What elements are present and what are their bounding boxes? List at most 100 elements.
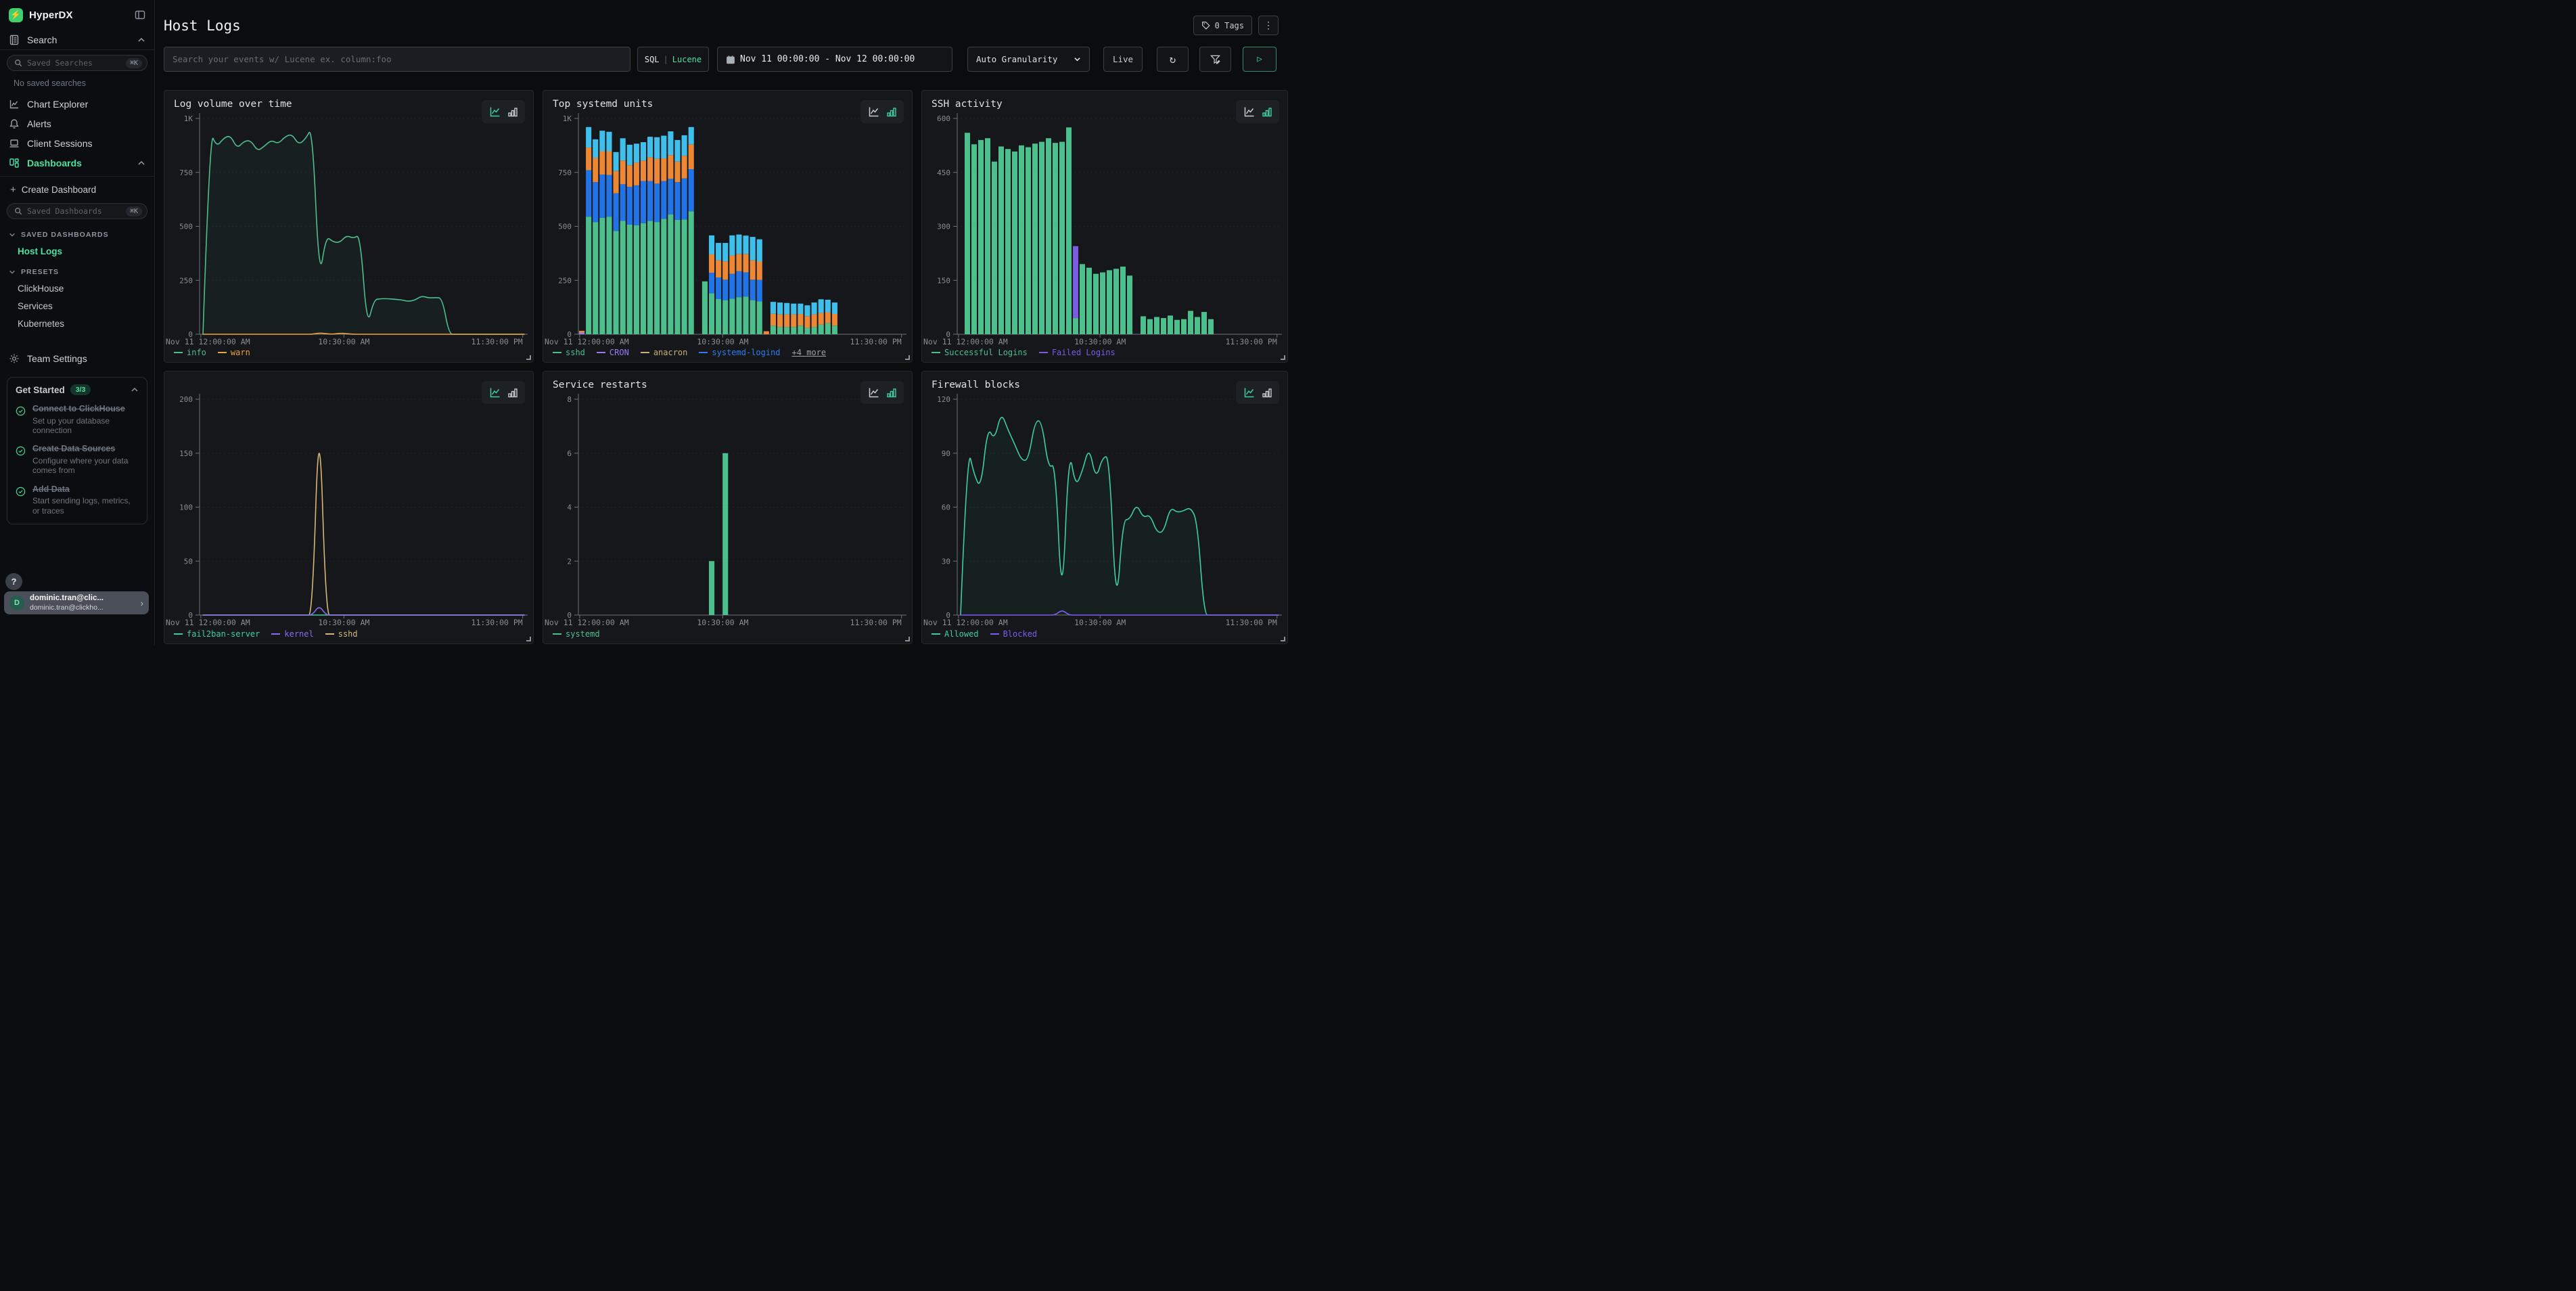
line-chart-icon[interactable] xyxy=(1243,386,1256,399)
svg-text:200: 200 xyxy=(179,395,193,404)
plus-icon: + xyxy=(10,184,16,196)
legend-item[interactable]: info xyxy=(174,348,206,357)
presets-section[interactable]: PRESETS xyxy=(9,268,154,276)
refresh-button[interactable]: ↻ xyxy=(1157,47,1189,72)
sql-toggle[interactable]: SQL xyxy=(645,55,660,64)
saved-searches-search[interactable]: ⌘K xyxy=(7,55,147,71)
bar-chart-icon[interactable] xyxy=(887,107,896,117)
svg-text:11:30:00 PM: 11:30:00 PM xyxy=(472,337,523,346)
chevron-up-icon xyxy=(137,36,145,44)
saved-dashboards-section[interactable]: SAVED DASHBOARDS xyxy=(9,231,154,239)
legend-item[interactable]: kernel xyxy=(271,629,313,639)
run-query-button[interactable]: ▷ xyxy=(1243,47,1276,72)
svg-text:500: 500 xyxy=(179,223,193,231)
resize-handle[interactable] xyxy=(905,637,910,641)
tags-label: 0 Tags xyxy=(1215,21,1244,30)
filter-button[interactable] xyxy=(1199,47,1231,72)
bar-chart-icon[interactable] xyxy=(508,107,518,117)
get-started-item[interactable]: Create Data Sources Configure where your… xyxy=(16,444,139,475)
get-started-header[interactable]: Get Started 3/3 xyxy=(16,384,139,395)
line-chart-icon[interactable] xyxy=(489,386,501,399)
bar-chart-icon[interactable] xyxy=(1262,107,1272,117)
line-chart-icon[interactable] xyxy=(1243,106,1256,118)
chart-panel-untitled: 200150100500Nov 11 12:00:00 AM10:30:00 A… xyxy=(164,371,534,644)
bar-chart-icon[interactable] xyxy=(1262,388,1272,398)
legend-item[interactable]: systemd xyxy=(553,629,600,639)
chart-panel-ssh-activity: SSH activity 6004503001500Nov 11 12:00:0… xyxy=(921,90,1288,363)
sidebar-item-team-settings[interactable]: Team Settings xyxy=(0,348,154,368)
legend-item[interactable]: anacron xyxy=(641,348,688,357)
collapse-sidebar-button[interactable] xyxy=(135,9,145,20)
kebab-icon: ⋮ xyxy=(1264,20,1273,31)
query-language-toggle[interactable]: SQL | Lucene xyxy=(637,47,709,72)
line-chart-icon[interactable] xyxy=(868,386,880,399)
legend-item[interactable]: Blocked xyxy=(990,629,1038,639)
sidebar-item-label: Dashboards xyxy=(27,158,130,168)
resize-handle[interactable] xyxy=(526,355,531,360)
lucene-toggle[interactable]: Lucene xyxy=(672,55,702,64)
user-menu[interactable]: D dominic.tran@clic... dominic.tran@clic… xyxy=(4,591,149,614)
toggle-divider: | xyxy=(664,55,668,64)
get-started-item[interactable]: Connect to ClickHouse Set up your databa… xyxy=(16,404,139,435)
get-started-item[interactable]: Add Data Start sending logs, metrics, or… xyxy=(16,484,139,516)
svg-text:150: 150 xyxy=(937,276,950,285)
live-button[interactable]: Live xyxy=(1103,47,1143,72)
resize-handle[interactable] xyxy=(1281,637,1285,641)
legend-item[interactable]: sshd xyxy=(325,629,358,639)
laptop-icon xyxy=(9,138,20,149)
line-chart-icon[interactable] xyxy=(489,106,501,118)
create-dashboard-button[interactable]: + Create Dashboard xyxy=(0,181,154,198)
panel-title: Firewall blocks xyxy=(932,380,1020,390)
chart-mode-toggle xyxy=(860,100,904,123)
event-search-input[interactable] xyxy=(164,47,630,72)
svg-text:1K: 1K xyxy=(563,114,572,123)
bar-chart-icon[interactable] xyxy=(887,388,896,398)
legend-item[interactable]: warn xyxy=(218,348,250,357)
help-button[interactable]: ? xyxy=(5,573,22,590)
sidebar-item-label: Alerts xyxy=(27,118,145,129)
get-started-item-title: Connect to ClickHouse xyxy=(32,404,139,415)
sidebar-item-search[interactable]: Search xyxy=(0,30,154,49)
legend-item[interactable]: Successful Logins xyxy=(932,348,1028,357)
saved-dashboards-input[interactable] xyxy=(27,206,121,216)
get-started-item-desc: Start sending logs, metrics, or traces xyxy=(32,496,139,516)
saved-dashboards-search[interactable]: ⌘K xyxy=(7,203,147,219)
line-chart-icon[interactable] xyxy=(868,106,880,118)
sidebar-item-client-sessions[interactable]: Client Sessions xyxy=(0,133,154,153)
sidebar-item-kubernetes[interactable]: Kubernetes xyxy=(18,319,154,329)
sidebar-item-chart-explorer[interactable]: Chart Explorer xyxy=(0,94,154,114)
no-saved-searches-text: No saved searches xyxy=(14,78,154,88)
date-range-picker[interactable]: Nov 11 00:00:00 - Nov 12 00:00:00 xyxy=(717,47,952,72)
legend-item[interactable]: sshd xyxy=(553,348,585,357)
get-started-item-desc: Set up your database connection xyxy=(32,416,139,436)
sidebar-item-services[interactable]: Services xyxy=(18,301,154,311)
sidebar-item-alerts[interactable]: Alerts xyxy=(0,114,154,133)
granularity-select[interactable]: Auto Granularity xyxy=(967,47,1090,72)
legend-item[interactable]: fail2ban-server xyxy=(174,629,260,639)
resize-handle[interactable] xyxy=(526,637,531,641)
bar-chart-icon[interactable] xyxy=(508,388,518,398)
resize-handle[interactable] xyxy=(905,355,910,360)
dashboard-grid: Log volume over time 1K7505002500Nov 11 … xyxy=(164,90,1288,644)
chart-canvas: 200150100500Nov 11 12:00:00 AM10:30:00 A… xyxy=(164,390,533,629)
legend-item[interactable]: CRON xyxy=(597,348,629,357)
chart-mode-toggle xyxy=(482,100,525,123)
resize-handle[interactable] xyxy=(1281,355,1285,360)
more-options-button[interactable]: ⋮ xyxy=(1258,16,1279,35)
panel-title: SSH activity xyxy=(932,99,1003,110)
legend-item[interactable]: +4 more xyxy=(792,348,827,357)
sidebar-item-clickhouse[interactable]: ClickHouse xyxy=(18,284,154,294)
sidebar: ⚡ HyperDX Search xyxy=(0,0,155,646)
get-started-item-title: Create Data Sources xyxy=(32,444,139,455)
tags-button[interactable]: 0 Tags xyxy=(1193,16,1252,35)
avatar: D xyxy=(9,595,24,610)
sidebar-item-host-logs[interactable]: Host Logs xyxy=(18,246,154,256)
search-icon xyxy=(14,59,22,67)
create-dashboard-label: Create Dashboard xyxy=(22,185,96,195)
legend-item[interactable]: Failed Logins xyxy=(1039,348,1116,357)
sidebar-item-dashboards[interactable]: Dashboards xyxy=(0,153,154,173)
svg-text:90: 90 xyxy=(942,449,950,458)
saved-searches-input[interactable] xyxy=(27,58,121,68)
legend-item[interactable]: systemd-logind xyxy=(699,348,780,357)
legend-item[interactable]: Allowed xyxy=(932,629,979,639)
